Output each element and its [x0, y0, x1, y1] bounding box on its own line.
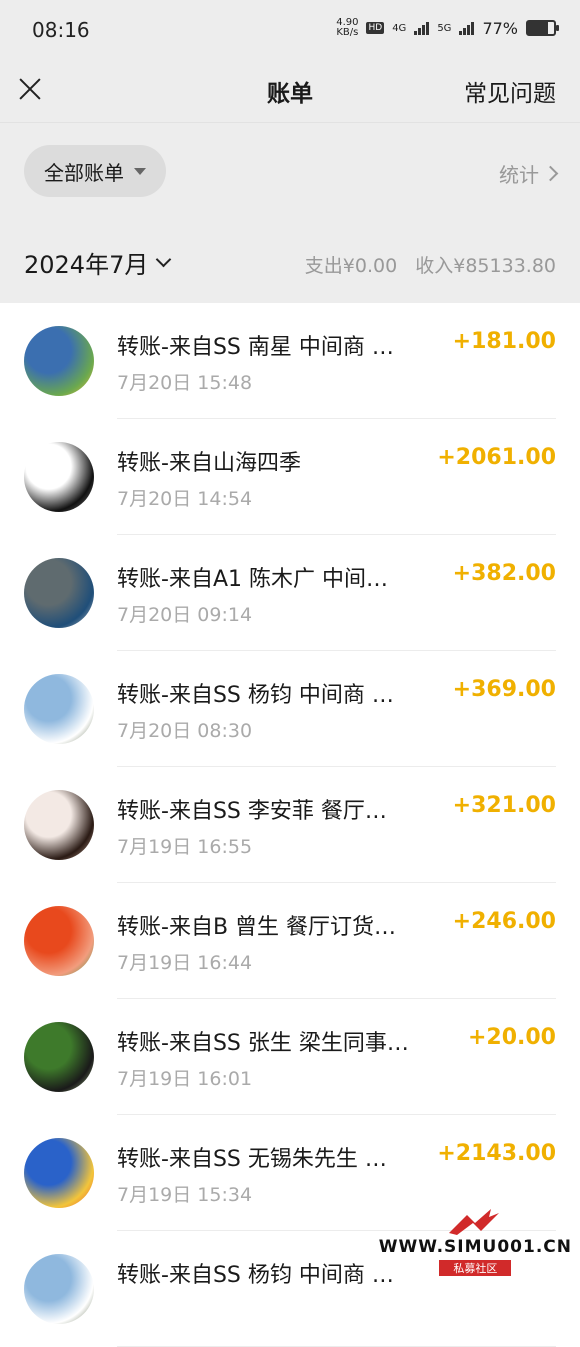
network-speed: 4.90 KB/s [336, 17, 359, 38]
transaction-amount: +20.00 [467, 1025, 556, 1050]
filter-bar: 全部账单 统计 [0, 122, 580, 221]
transaction-row[interactable]: 转账-来自A1 陈木广 中间… 7月20日 09:14 +382.00 [0, 535, 580, 651]
transaction-date: 7月20日 15:48 [117, 372, 253, 394]
transaction-title: 转账-来自SS 无锡朱先生 … [117, 1147, 387, 1172]
transaction-row[interactable]: 转账-来自SS 李安菲 餐厅… 7月19日 16:55 +321.00 [0, 767, 580, 883]
month-summary-bar: 2024年7月 支出¥0.00 收入¥85133.80 [0, 221, 580, 303]
month-totals: 支出¥0.00 收入¥85133.80 [293, 251, 556, 278]
transaction-row[interactable]: 转账-来自SS 南星 中间商 … 7月20日 15:48 +181.00 [0, 303, 580, 419]
bill-filter-label: 全部账单 [44, 160, 124, 185]
income-total: 收入¥85133.80 [415, 255, 556, 277]
transaction-title: 转账-来自SS 张生 梁生同事… [117, 1031, 409, 1056]
transaction-date: 7月19日 16:55 [117, 836, 253, 858]
watermark-sub: 私募社区 [439, 1260, 512, 1276]
avatar [24, 1254, 94, 1324]
watermark-site: WWW.SIMU001.CN [378, 1237, 572, 1257]
transaction-date: 7月19日 16:01 [117, 1068, 253, 1090]
avatar [24, 1138, 94, 1208]
transaction-row[interactable]: 转账-来自SS 张生 梁生同事… 7月19日 16:01 +20.00 [0, 999, 580, 1115]
bill-filter-dropdown[interactable]: 全部账单 [24, 145, 166, 197]
transaction-amount: +321.00 [452, 793, 556, 818]
transaction-title: 转账-来自B 曾生 餐厅订货… [117, 915, 397, 940]
transaction-date: 7月20日 14:54 [117, 488, 253, 510]
avatar [24, 906, 94, 976]
battery-fill [528, 22, 549, 34]
avatar [24, 790, 94, 860]
transaction-title: 转账-来自SS 南星 中间商 … [117, 335, 394, 360]
transaction-title: 转账-来自山海四季 [117, 451, 301, 476]
transaction-date: 7月19日 15:34 [117, 1184, 253, 1206]
stats-link[interactable]: 统计 [499, 159, 559, 188]
status-time: 08:16 [32, 18, 90, 42]
transaction-date: 7月20日 09:14 [117, 604, 253, 626]
chevron-down-icon [156, 251, 172, 268]
transaction-title: 转账-来自SS 杨钧 中间商 … [117, 683, 394, 708]
stats-label: 统计 [499, 163, 539, 187]
avatar [24, 674, 94, 744]
avatar [24, 1022, 94, 1092]
battery-percent: 77% [482, 18, 518, 38]
transaction-amount: +181.00 [452, 329, 556, 354]
transaction-title: 转账-来自A1 陈木广 中间… [117, 567, 388, 592]
transaction-title: 转账-来自SS 李安菲 餐厅… [117, 799, 387, 824]
transaction-date: 7月19日 16:44 [117, 952, 253, 974]
watermark-logo-icon [445, 1207, 505, 1237]
nav-bar: 账单 常见问题 [0, 60, 580, 122]
transaction-row[interactable]: 转账-来自B 曾生 餐厅订货… 7月19日 16:44 +246.00 [0, 883, 580, 999]
net-4g-label: 4G [392, 22, 407, 34]
faq-link[interactable]: 常见问题 [464, 74, 556, 108]
chevron-right-icon [542, 165, 559, 182]
caret-down-icon [134, 167, 146, 175]
transaction-row[interactable]: 转账-来自SS 杨钧 中间商 … 7月20日 08:30 +369.00 [0, 651, 580, 767]
month-selector[interactable]: 2024年7月 [24, 245, 172, 280]
avatar [24, 442, 94, 512]
transaction-amount: +369.00 [452, 677, 556, 702]
expense-total: 支出¥0.00 [304, 255, 398, 277]
transaction-amount: +246.00 [452, 909, 556, 934]
month-label: 2024年7月 [24, 251, 149, 279]
status-icons: 4.90 KB/s HD 4G 5G 77% [336, 17, 559, 38]
transaction-list: 转账-来自SS 南星 中间商 … 7月20日 15:48 +181.00 转账-来自山… [0, 303, 580, 1347]
status-bar: 08:16 4.90 KB/s HD 4G 5G 77% [0, 0, 580, 60]
transaction-date: 7月20日 08:30 [117, 720, 253, 742]
signal-icon [459, 21, 475, 35]
watermark: WWW.SIMU001.CN 私募社区 [379, 1207, 572, 1276]
hd-icon: HD [366, 22, 385, 34]
avatar [24, 326, 94, 396]
avatar [24, 558, 94, 628]
transaction-amount: +2061.00 [437, 445, 556, 470]
transaction-amount: +2143.00 [437, 1141, 556, 1166]
transaction-row[interactable]: 转账-来自山海四季 7月20日 14:54 +2061.00 [0, 419, 580, 535]
signal-icon [414, 21, 430, 35]
net-5g-label: 5G [437, 22, 452, 34]
transaction-amount: +382.00 [452, 561, 556, 586]
battery-icon [526, 20, 559, 36]
